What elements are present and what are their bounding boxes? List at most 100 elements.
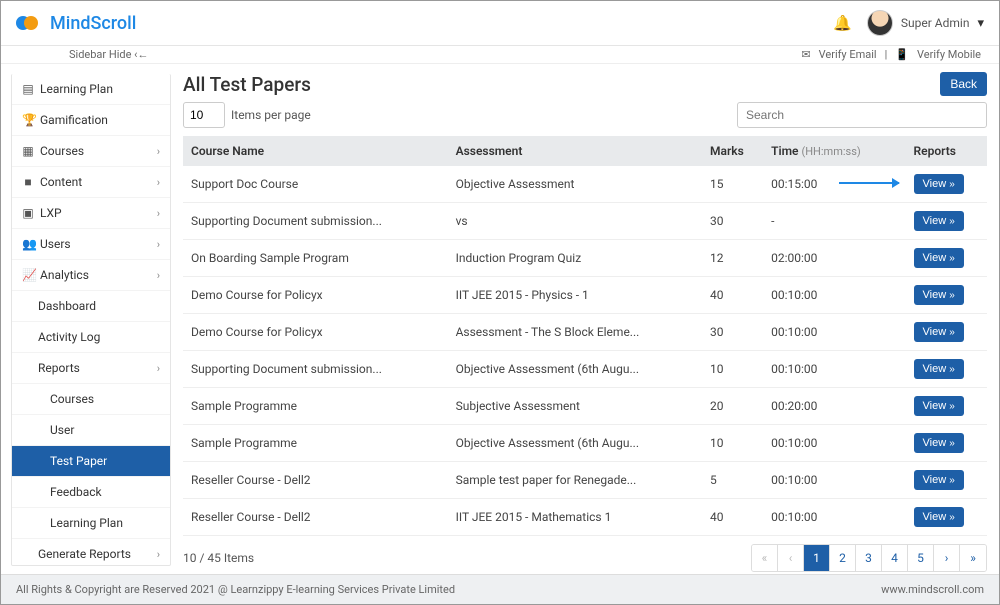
page-first[interactable]: « [752,545,778,571]
grid-icon: ▦ [22,144,34,158]
cell-marks: 40 [702,499,763,536]
sidebar-label: Learning Plan [40,82,113,96]
page-4[interactable]: 4 [882,545,908,571]
page-prev[interactable]: ‹ [778,545,804,571]
sidebar-item-reports-feedback[interactable]: Feedback [12,477,170,508]
cell-course: Demo Course for Policyx [183,277,448,314]
cell-assessment: Objective Assessment (6th Augu... [448,351,702,388]
page-last[interactable]: » [960,545,986,571]
col-time: Time (HH:mm:ss) [763,136,905,166]
file-icon: ■ [22,175,34,189]
sidebar-item-courses[interactable]: ▦Courses › [12,136,170,167]
sidebar-item-learning-plan[interactable]: ▤ Learning Plan [12,74,170,105]
sidebar-item-lxp[interactable]: ▣LXP › [12,198,170,229]
cell-time: 00:10:00 [763,277,905,314]
book-icon: ▤ [22,82,34,96]
chevron-right-icon: › [157,145,160,158]
sidebar-label: Dashboard [38,299,96,313]
chevron-double-right-icon: » [949,179,955,190]
cell-course: Supporting Document submission... [183,203,448,240]
stack-icon: ▣ [22,206,34,220]
page-next[interactable]: › [934,545,960,571]
view-button[interactable]: View» [914,433,964,453]
user-menu[interactable]: Super Admin ▾ [867,10,984,36]
cell-time: 02:00:00 [763,240,905,277]
chevron-double-right-icon: » [949,216,955,227]
sidebar-item-gamification[interactable]: 🏆Gamification [12,105,170,136]
sidebar: ▤Learning Plan 🏆Gamification ▦Courses › … [11,74,171,566]
pagination: « ‹ 1 2 3 4 5 › » [751,544,987,572]
view-button[interactable]: View» [914,507,964,527]
sidebar-item-dashboard[interactable]: Dashboard [12,291,170,322]
sidebar-item-reports-test-paper[interactable]: Test Paper [12,446,170,477]
cell-course: Reseller Course - Dell2 [183,462,448,499]
table-row: Sample ProgrammeObjective Assessment (6t… [183,425,987,462]
chevron-double-right-icon: » [949,253,955,264]
sidebar-item-reports-learning-plan[interactable]: Learning Plan [12,508,170,539]
view-button[interactable]: View» [914,211,964,231]
view-button[interactable]: View» [914,285,964,305]
cell-time: - [763,203,905,240]
cell-time: 00:10:00 [763,499,905,536]
view-button[interactable]: View» [914,174,964,194]
items-count: 10 / 45 Items [183,551,254,565]
chevron-right-icon: › [157,362,160,375]
test-papers-table: Course Name Assessment Marks Time (HH:mm… [183,136,987,536]
chevron-right-icon: › [157,269,160,282]
search-input[interactable] [737,102,987,128]
sidebar-item-generate-reports[interactable]: Generate Reports › [12,539,170,566]
app-header: MindScroll 🔔 Super Admin ▾ [1,1,999,46]
table-row: Reseller Course - Dell2IIT JEE 2015 - Ma… [183,499,987,536]
cell-marks: 20 [702,388,763,425]
table-row: Supporting Document submission...vs30-Vi… [183,203,987,240]
view-button[interactable]: View» [914,322,964,342]
cell-assessment: Induction Program Quiz [448,240,702,277]
page-2[interactable]: 2 [830,545,856,571]
caret-down-icon: ▾ [977,16,984,31]
page-1[interactable]: 1 [804,545,830,571]
sidebar-item-analytics[interactable]: 📈Analytics › [12,260,170,291]
site-link[interactable]: www.mindscroll.com [881,583,984,596]
cell-marks: 30 [702,203,763,240]
verify-mobile-link[interactable]: Verify Mobile [917,48,981,61]
sidebar-label: Test Paper [50,454,107,468]
view-button-label: View [923,437,947,449]
view-button[interactable]: View» [914,470,964,490]
cell-marks: 12 [702,240,763,277]
page-5[interactable]: 5 [908,545,934,571]
page-3[interactable]: 3 [856,545,882,571]
verify-email-link[interactable]: Verify Email [819,48,877,61]
sidebar-label: Analytics [40,268,89,282]
sidebar-item-reports[interactable]: Reports › [12,353,170,384]
table-row: Supporting Document submission...Objecti… [183,351,987,388]
sidebar-label: Feedback [50,485,102,499]
cell-time: 00:10:00 [763,425,905,462]
per-page-label: Items per page [231,108,311,122]
col-marks: Marks [702,136,763,166]
back-button[interactable]: Back [940,72,987,96]
table-row: Demo Course for PolicyxAssessment - The … [183,314,987,351]
sidebar-item-reports-courses[interactable]: Courses [12,384,170,415]
sidebar-item-content[interactable]: ■Content › [12,167,170,198]
view-button[interactable]: View» [914,359,964,379]
sidebar-label: Activity Log [38,330,100,344]
per-page-input[interactable] [183,102,225,128]
view-button[interactable]: View» [914,248,964,268]
col-reports: Reports [906,136,987,166]
brand[interactable]: MindScroll [16,13,136,34]
cell-assessment: IIT JEE 2015 - Physics - 1 [448,277,702,314]
sidebar-label: Learning Plan [50,516,123,530]
app-footer: All Rights & Copyright are Reserved 2021… [1,574,999,604]
view-button-label: View [923,178,947,190]
sidebar-label: LXP [40,206,62,220]
bell-icon[interactable]: 🔔 [833,14,852,32]
cell-time: 00:15:00 [763,166,905,203]
cell-course: Demo Course for Policyx [183,314,448,351]
sidebar-item-reports-user[interactable]: User [12,415,170,446]
sidebar-hide-link[interactable]: Sidebar Hide ‹← [19,48,148,61]
annotation-arrow [839,182,899,184]
view-button[interactable]: View» [914,396,964,416]
cell-assessment: IIT JEE 2015 - Mathematics 1 [448,499,702,536]
sidebar-item-users[interactable]: 👥Users › [12,229,170,260]
sidebar-item-activity-log[interactable]: Activity Log [12,322,170,353]
